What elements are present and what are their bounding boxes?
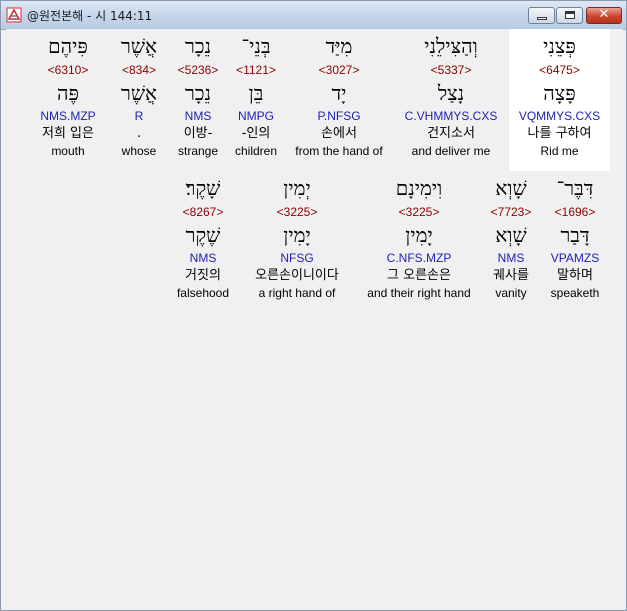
morphology-code: C.VHMMYS.CXS	[404, 109, 498, 123]
close-button[interactable]: ✕	[586, 7, 622, 24]
word-cell-selected[interactable]: פְּצֵנִי <6475> פָּצָה VQMMYS.CXS 나를 구하여…	[509, 29, 610, 171]
hebrew-lemma: דָּבַר	[560, 223, 590, 247]
word-cell[interactable]: אֲשֶׁר <834> אֲשֶׁר R . whose	[110, 31, 168, 159]
morphology-code: VQMMYS.CXS	[518, 109, 601, 123]
hebrew-word: שָׁקֶר׃	[185, 176, 221, 200]
word-cell[interactable]: מִיַּד <3027> יָד P.NFSG 손에서 from the ha…	[288, 31, 390, 159]
korean-gloss: 건지소서	[427, 126, 475, 141]
maximize-icon	[565, 11, 575, 19]
english-gloss: and deliver me	[411, 144, 491, 158]
word-cell[interactable]: וְהַצִּילֵנִי <5337> נָצַל C.VHMMYS.CXS …	[396, 31, 506, 159]
hebrew-word: דִּבֶּר־	[556, 176, 594, 200]
korean-gloss: 궤사를	[493, 268, 529, 283]
app-logo-icon	[6, 7, 22, 23]
morphology-code: NMS	[189, 251, 217, 265]
hebrew-word: יְמִין	[283, 176, 311, 200]
korean-gloss: 오른손이니이다	[255, 268, 339, 283]
strong-number[interactable]: <5337>	[396, 61, 506, 79]
strong-number[interactable]: <834>	[110, 61, 168, 79]
word-cell[interactable]: שָׁקֶר׃ <8267> שֶׁקֶר NMS 거짓의 falsehood	[170, 173, 236, 301]
hebrew-lemma: יָד	[331, 81, 347, 105]
english-gloss: Rid me	[540, 144, 579, 158]
korean-gloss: 저희 입은	[42, 126, 94, 141]
word-cell[interactable]: נֵכָר <5236> נֵכָר NMS 이방- strange	[170, 31, 226, 159]
hebrew-lemma: נָצַל	[437, 81, 465, 105]
morphology-code: VPAMZS	[550, 251, 600, 265]
hebrew-word: אֲשֶׁר	[121, 34, 157, 58]
word-cell[interactable]: פִּיהֶם <6310> פֶּה NMS.MZP 저희 입은 mouth	[28, 31, 108, 159]
korean-gloss: 그 오른손은	[387, 268, 451, 283]
korean-gloss: 나를 구하여	[527, 126, 592, 141]
word-cell[interactable]: שָׁוְא <7723> שָׁוְא NMS 궤사를 vanity	[484, 173, 538, 301]
english-gloss: from the hand of	[295, 144, 383, 158]
morphology-code: NMS	[184, 109, 212, 123]
hebrew-word: נֵכָר	[184, 34, 212, 58]
morphology-code: R	[134, 109, 144, 123]
korean-gloss: 이방-	[183, 126, 213, 141]
hebrew-lemma: פֶּה	[57, 81, 79, 105]
hebrew-lemma: יָמִין	[283, 223, 311, 247]
word-cell[interactable]: וִימִינָם <3225> יָמִין C.NFS.MZP 그 오른손은…	[360, 173, 478, 301]
hebrew-lemma: בֵּן	[248, 81, 264, 105]
korean-gloss: 말하며	[557, 268, 593, 283]
hebrew-lemma: פָּצָה	[543, 81, 576, 105]
english-gloss: speaketh	[550, 286, 600, 300]
english-gloss: strange	[177, 144, 219, 158]
hebrew-word: מִיַּד	[325, 34, 353, 58]
hebrew-word: וִימִינָם	[395, 176, 443, 200]
korean-gloss: -인의	[241, 126, 271, 141]
morphology-code: NFSG	[280, 251, 314, 265]
hebrew-lemma: נֵכָר	[184, 81, 212, 105]
hebrew-word: פִּיהֶם	[48, 34, 88, 58]
strong-number[interactable]: <6310>	[28, 61, 108, 79]
minimize-button[interactable]	[528, 7, 555, 24]
morphology-code: NMS.MZP	[40, 109, 96, 123]
strong-number[interactable]: <7723>	[484, 203, 538, 221]
strong-number[interactable]: <8267>	[170, 203, 236, 221]
word-cell[interactable]: בְּנֵי־ <1121> בֵּן NMPG -인의 children	[228, 31, 284, 159]
word-cell[interactable]: דִּבֶּר־ <1696> דָּבַר VPAMZS 말하며 speake…	[542, 173, 608, 301]
strong-number[interactable]: <1121>	[228, 61, 284, 79]
maximize-button[interactable]	[556, 7, 583, 24]
interlinear-view: פִּיהֶם <6310> פֶּה NMS.MZP 저희 입은 mouth …	[6, 29, 623, 607]
window-title: @원전본해 - 시 144:11	[27, 9, 153, 23]
morphology-code: C.NFS.MZP	[386, 251, 452, 265]
strong-number[interactable]: <5236>	[170, 61, 226, 79]
strong-number[interactable]: <3225>	[244, 203, 350, 221]
hebrew-lemma: שָׁוְא	[495, 223, 527, 247]
minimize-icon	[537, 17, 547, 20]
english-gloss: children	[234, 144, 278, 158]
english-gloss: vanity	[495, 286, 527, 300]
hebrew-word: וְהַצִּילֵנִי	[424, 34, 478, 58]
korean-gloss: 거짓의	[185, 268, 221, 283]
close-icon: ✕	[598, 7, 610, 22]
hebrew-word: פְּצֵנִי	[543, 34, 576, 58]
word-cell[interactable]: יְמִין <3225> יָמִין NFSG 오른손이니이다 a righ…	[244, 173, 350, 301]
hebrew-lemma: שֶׁקֶר	[185, 223, 221, 247]
hebrew-word: בְּנֵי־	[241, 34, 271, 58]
english-gloss: whose	[121, 144, 157, 158]
english-gloss: falsehood	[176, 286, 230, 300]
app-window: @원전본해 - 시 144:11 ✕ פִּיהֶם <6310> פֶּה N…	[0, 0, 627, 611]
strong-number[interactable]: <3027>	[288, 61, 390, 79]
strong-number[interactable]: <3225>	[360, 203, 478, 221]
strong-number[interactable]: <6475>	[509, 61, 610, 79]
strong-number[interactable]: <1696>	[542, 203, 608, 221]
hebrew-word: שָׁוְא	[495, 176, 527, 200]
title-bar[interactable]: @원전본해 - 시 144:11 ✕	[1, 1, 626, 30]
korean-gloss: 손에서	[321, 126, 357, 141]
morphology-code: NMS	[497, 251, 525, 265]
morphology-code: NMPG	[238, 109, 274, 123]
korean-gloss: .	[136, 126, 142, 141]
morphology-code: P.NFSG	[317, 109, 361, 123]
english-gloss: and their right hand	[367, 286, 471, 300]
english-gloss: mouth	[51, 144, 85, 158]
hebrew-lemma: אֲשֶׁר	[121, 81, 157, 105]
hebrew-lemma: יָמִין	[405, 223, 433, 247]
english-gloss: a right hand of	[258, 286, 336, 300]
